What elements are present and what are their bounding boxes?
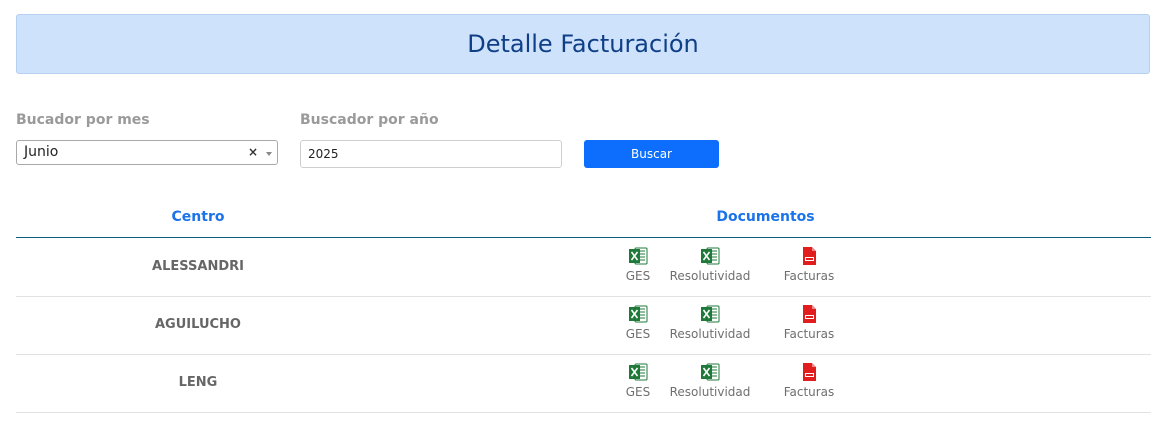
page-title: Detalle Facturación xyxy=(467,30,699,58)
excel-icon[interactable] xyxy=(700,362,720,382)
table-row: AGUILUCHO GES Resolutividad Facturas xyxy=(16,296,1151,355)
document-link-facturas[interactable]: Facturas xyxy=(759,362,859,399)
pdf-icon[interactable] xyxy=(799,246,819,266)
document-label: Facturas xyxy=(783,269,835,283)
month-select-value: Junio xyxy=(24,144,59,160)
document-label: Facturas xyxy=(783,385,835,399)
excel-icon[interactable] xyxy=(628,362,648,382)
month-select[interactable]: Junio × xyxy=(16,140,278,165)
document-link-resolutividad[interactable]: Resolutividad xyxy=(660,362,760,399)
document-link-facturas[interactable]: Facturas xyxy=(759,304,859,341)
year-filter-label: Buscador por año xyxy=(300,112,439,128)
centro-name: LENG xyxy=(178,375,218,390)
column-header-documentos: Documentos xyxy=(716,209,815,225)
excel-icon[interactable] xyxy=(700,246,720,266)
excel-icon[interactable] xyxy=(700,304,720,324)
document-label: Facturas xyxy=(783,327,835,341)
document-label: Resolutividad xyxy=(669,385,751,399)
excel-icon[interactable] xyxy=(628,304,648,324)
document-link-resolutividad[interactable]: Resolutividad xyxy=(660,246,760,283)
table-row: LENG GES Resolutividad Facturas xyxy=(16,354,1151,413)
clear-selection-icon[interactable]: × xyxy=(248,141,258,164)
document-link-facturas[interactable]: Facturas xyxy=(759,246,859,283)
document-label: Resolutividad xyxy=(669,327,751,341)
excel-icon[interactable] xyxy=(628,246,648,266)
document-label: Resolutividad xyxy=(669,269,751,283)
centro-name: AGUILUCHO xyxy=(155,317,241,332)
pdf-icon[interactable] xyxy=(799,304,819,324)
document-link-resolutividad[interactable]: Resolutividad xyxy=(660,304,760,341)
chevron-down-icon[interactable] xyxy=(266,152,272,156)
year-input[interactable] xyxy=(300,140,562,168)
pdf-icon[interactable] xyxy=(799,362,819,382)
page-header: Detalle Facturación xyxy=(16,14,1150,74)
search-button[interactable]: Buscar xyxy=(584,140,719,168)
month-filter-label: Bucador por mes xyxy=(16,112,150,128)
centro-name: ALESSANDRI xyxy=(152,259,244,274)
table-row: ALESSANDRI GES Resolutividad Facturas xyxy=(16,238,1151,297)
column-header-centro: Centro xyxy=(171,209,225,225)
